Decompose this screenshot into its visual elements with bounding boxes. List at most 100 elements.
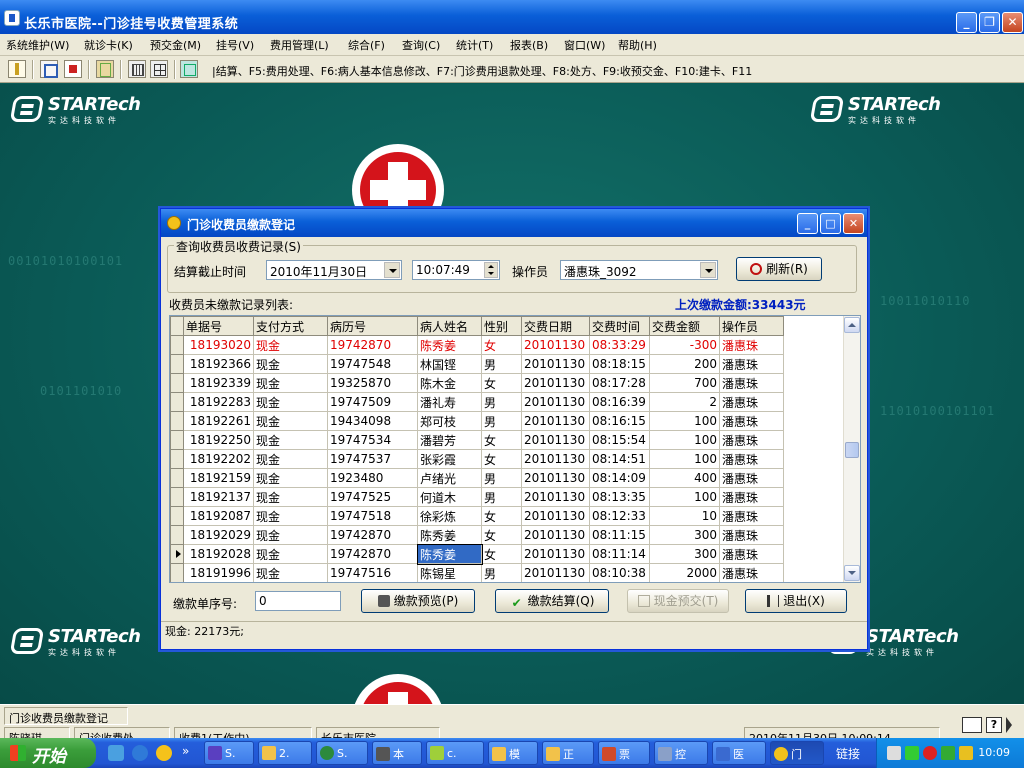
cell-date[interactable]: 20101130 bbox=[521, 354, 590, 374]
table-row[interactable]: 18192250 现金 19747534 潘碧芳女 20101130 08:15:54 10… bbox=[170, 430, 784, 450]
edit-icon[interactable] bbox=[40, 60, 58, 78]
tray-icon[interactable] bbox=[905, 746, 919, 760]
table-row[interactable]: 18192029 现金 19742870 陈秀姜女 20101130 08:11:15 30… bbox=[170, 525, 784, 545]
row-indicator[interactable] bbox=[170, 411, 184, 431]
tray-icon[interactable] bbox=[941, 746, 955, 760]
table-row[interactable]: 18192283 现金 19747509 潘礼寿男 20101130 08:16:39 2 潘… bbox=[170, 392, 784, 412]
refresh-button[interactable]: 刷新(R) bbox=[736, 257, 822, 281]
cell-date[interactable]: 20101130 bbox=[521, 335, 590, 355]
taskbar-item[interactable]: 2. bbox=[258, 741, 312, 765]
chevron-down-icon[interactable] bbox=[700, 262, 716, 278]
cell-gender[interactable]: 女 bbox=[481, 430, 522, 450]
cell-amount[interactable]: 100 bbox=[649, 430, 720, 450]
cell-time[interactable]: 08:14:51 bbox=[589, 449, 650, 469]
cell-date[interactable]: 20101130 bbox=[521, 468, 590, 488]
col-header-gender[interactable]: 性别 bbox=[481, 316, 522, 336]
cell-method[interactable]: 现金 bbox=[253, 525, 328, 545]
table-row[interactable]: 18192339 现金 19325870 陈木金女 20101130 08:17:28 70… bbox=[170, 373, 784, 393]
cell-gender[interactable]: 男 bbox=[481, 411, 522, 431]
help-icon[interactable]: ? bbox=[986, 717, 1002, 733]
cell-method[interactable]: 现金 bbox=[253, 563, 328, 582]
cell-method[interactable]: 现金 bbox=[253, 449, 328, 469]
col-header-payment-method[interactable]: 支付方式 bbox=[253, 316, 328, 336]
cell-amount[interactable]: -300 bbox=[649, 335, 720, 355]
cell-gender[interactable]: 女 bbox=[481, 525, 522, 545]
table-row[interactable]: 18192028 现金 19742870 陈秀姜女 20101130 08:11:14 30… bbox=[170, 543, 784, 565]
cell-record[interactable]: 19747518 bbox=[327, 506, 418, 526]
cell-name[interactable]: 陈秀姜 bbox=[416, 543, 483, 565]
col-header-operator[interactable]: 操作员 bbox=[719, 316, 784, 336]
row-indicator[interactable] bbox=[170, 506, 184, 526]
maximize-button[interactable]: ❐ bbox=[979, 12, 1000, 33]
qq-quicklaunch-icon[interactable] bbox=[156, 745, 172, 761]
cell-date[interactable]: 20101130 bbox=[521, 506, 590, 526]
cell-operator[interactable]: 潘惠珠 bbox=[719, 468, 784, 488]
cell-operator[interactable]: 潘惠珠 bbox=[719, 506, 784, 526]
menu-register[interactable]: 挂号(V) bbox=[216, 37, 254, 53]
cell-date[interactable]: 20101130 bbox=[521, 563, 590, 582]
tray-icon[interactable] bbox=[887, 746, 901, 760]
cell-record[interactable]: 19325870 bbox=[327, 373, 418, 393]
menu-help[interactable]: 帮助(H) bbox=[618, 37, 657, 53]
taskbar-item[interactable]: 医 bbox=[712, 741, 766, 765]
cell-date[interactable]: 20101130 bbox=[521, 487, 590, 507]
cell-record[interactable]: 19747548 bbox=[327, 354, 418, 374]
cell-name[interactable]: 潘碧芳 bbox=[417, 430, 482, 450]
cell-amount[interactable]: 300 bbox=[649, 525, 720, 545]
cell-name[interactable]: 陈秀姜 bbox=[417, 335, 482, 355]
cell-name[interactable]: 陈木金 bbox=[417, 373, 482, 393]
cell-name[interactable]: 张彩霞 bbox=[417, 449, 482, 469]
cell-time[interactable]: 08:10:38 bbox=[589, 563, 650, 582]
cell-receipt[interactable]: 18192261 bbox=[183, 411, 254, 431]
cell-operator[interactable]: 潘惠珠 bbox=[719, 563, 784, 582]
dialog-maximize-button[interactable]: □ bbox=[820, 213, 841, 234]
cell-record[interactable]: 19747537 bbox=[327, 449, 418, 469]
table-row[interactable]: 18192087 现金 19747518 徐彩炼女 20101130 08:12:33 10… bbox=[170, 506, 784, 526]
cell-time[interactable]: 08:15:54 bbox=[589, 430, 650, 450]
table-row[interactable]: 18192202 现金 19747537 张彩霞女 20101130 08:14:51 10… bbox=[170, 449, 784, 469]
cell-amount[interactable]: 700 bbox=[649, 373, 720, 393]
scroll-up-icon[interactable] bbox=[844, 317, 860, 333]
cell-date[interactable]: 20101130 bbox=[521, 525, 590, 545]
col-header-date[interactable]: 交费日期 bbox=[521, 316, 590, 336]
cell-gender[interactable]: 女 bbox=[481, 449, 522, 469]
start-button[interactable]: 开始 bbox=[0, 738, 96, 768]
row-indicator[interactable] bbox=[170, 354, 184, 374]
cash-preview-button[interactable]: 现金预交(T) bbox=[627, 589, 729, 613]
scroll-thumb[interactable] bbox=[845, 442, 859, 458]
row-indicator[interactable] bbox=[170, 468, 184, 488]
row-indicator[interactable] bbox=[170, 449, 184, 469]
payment-no-input[interactable]: 0 bbox=[255, 591, 341, 611]
grid-icon[interactable] bbox=[150, 60, 168, 78]
menu-general[interactable]: 综合(F) bbox=[348, 37, 385, 53]
minimize-button[interactable]: _ bbox=[956, 12, 977, 33]
tray-icon[interactable] bbox=[959, 746, 973, 760]
cell-operator[interactable]: 潘惠珠 bbox=[719, 392, 784, 412]
cell-time[interactable]: 08:33:29 bbox=[589, 335, 650, 355]
cell-record[interactable]: 19747525 bbox=[327, 487, 418, 507]
cell-gender[interactable]: 男 bbox=[481, 392, 522, 412]
dialog-minimize-button[interactable]: _ bbox=[797, 213, 818, 234]
table-row[interactable]: 18192366 现金 19747548 林国铿男 20101130 08:18:15 20… bbox=[170, 354, 784, 374]
cell-operator[interactable]: 潘惠珠 bbox=[719, 335, 784, 355]
cell-time[interactable]: 08:14:09 bbox=[589, 468, 650, 488]
cell-date[interactable]: 20101130 bbox=[521, 373, 590, 393]
vertical-scrollbar[interactable] bbox=[843, 316, 860, 582]
cell-date[interactable]: 20101130 bbox=[521, 411, 590, 431]
cell-method[interactable]: 现金 bbox=[253, 468, 328, 488]
taskbar-item[interactable]: 本 bbox=[372, 741, 422, 765]
cell-method[interactable]: 现金 bbox=[253, 487, 328, 507]
menu-query[interactable]: 查询(C) bbox=[402, 37, 440, 53]
row-indicator[interactable] bbox=[170, 335, 184, 355]
cell-gender[interactable]: 女 bbox=[481, 335, 522, 355]
cell-method[interactable]: 现金 bbox=[253, 392, 328, 412]
col-header-record-no[interactable]: 病历号 bbox=[327, 316, 418, 336]
table-row[interactable]: 18193020 现金 19742870 陈秀姜女 20101130 08:33:29 -3… bbox=[170, 335, 784, 355]
cell-record[interactable]: 1923480 bbox=[327, 468, 418, 488]
cell-name[interactable]: 陈锡星 bbox=[417, 563, 482, 582]
cell-method[interactable]: 现金 bbox=[253, 506, 328, 526]
cell-date[interactable]: 20101130 bbox=[521, 392, 590, 412]
cell-name[interactable]: 何道木 bbox=[417, 487, 482, 507]
cell-amount[interactable]: 300 bbox=[649, 544, 720, 564]
cell-operator[interactable]: 潘惠珠 bbox=[719, 373, 784, 393]
